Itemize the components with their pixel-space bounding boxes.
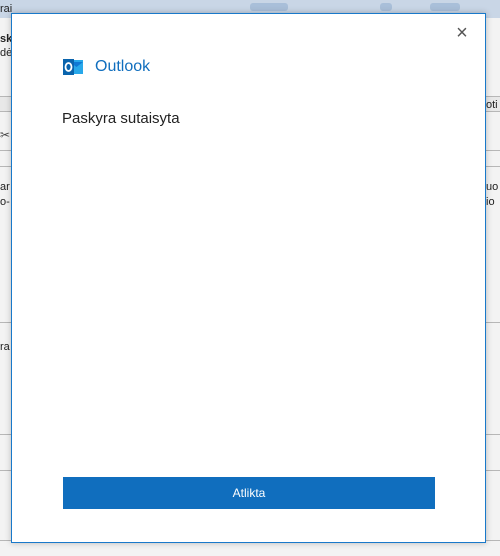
brand-name: Outlook [95, 58, 151, 75]
outlook-logo-icon [63, 59, 83, 75]
background-text: o- [0, 196, 10, 208]
background-text: io [486, 196, 495, 208]
brand-header: Outlook [62, 55, 150, 79]
status-message: Paskyra sutaisyta [62, 110, 180, 127]
background-blur-shape [250, 3, 288, 11]
tools-icon: ✂ [0, 128, 11, 142]
account-setup-dialog: × Outlook Paskyra sutaisyta Atlikta [11, 13, 486, 543]
close-icon[interactable]: × [453, 23, 471, 43]
background-blur-shape [380, 3, 392, 11]
background-text: ra [0, 341, 10, 353]
background-text: uo [486, 181, 499, 193]
background-text: oti [486, 99, 498, 111]
background-text: ar [0, 181, 10, 193]
background-blur-shape [430, 3, 460, 11]
done-button[interactable]: Atlikta [63, 477, 435, 509]
